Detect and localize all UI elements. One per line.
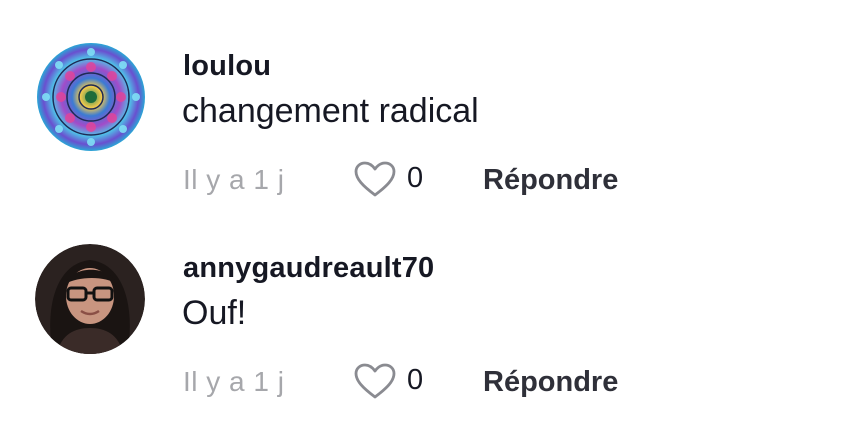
comment-meta: Il y a 1 j 0 Répondre [183,362,783,402]
like-button[interactable]: 0 [353,362,443,402]
comment-timestamp: Il y a 1 j [183,164,285,195]
mandala-avatar-image [37,43,145,151]
comment-text: Ouf! [182,294,247,332]
avatar[interactable] [36,42,146,152]
comment-item: annygaudreault70 Ouf! Il y a 1 j 0 Répon… [0,202,858,402]
profile-photo-avatar-image [35,244,145,354]
like-count: 0 [407,364,424,396]
comment-text: changement radical [182,92,479,130]
comment-meta: Il y a 1 j 0 Répondre [183,160,783,200]
heart-icon [354,161,396,197]
like-button[interactable]: 0 [353,160,443,200]
comment-username[interactable]: loulou [183,50,271,83]
comment-item: loulou changement radical Il y a 1 j 0 R… [0,0,858,200]
comment-timestamp: Il y a 1 j [183,366,285,397]
heart-icon [354,363,396,399]
comment-username[interactable]: annygaudreault70 [183,252,434,285]
avatar[interactable] [35,244,145,354]
reply-button[interactable]: Répondre [483,366,618,399]
reply-button[interactable]: Répondre [483,164,618,197]
like-count: 0 [407,162,424,194]
